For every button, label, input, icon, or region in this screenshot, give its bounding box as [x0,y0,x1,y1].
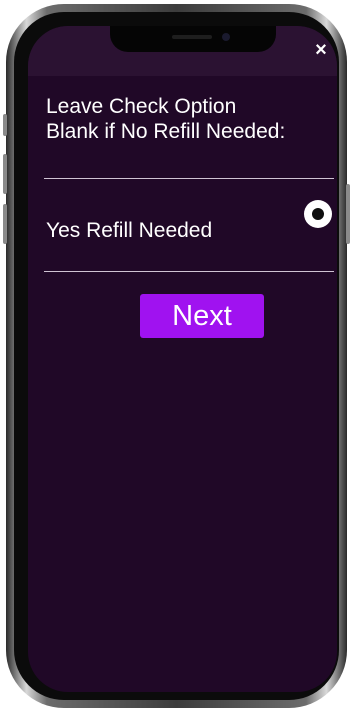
phone-frame: × Leave Check Option Blank if No Refill … [3,4,350,708]
top-divider [44,178,334,179]
front-camera [222,33,230,41]
close-icon: × [315,39,327,61]
close-button[interactable]: × [311,40,331,60]
instruction-text: Leave Check Option Blank if No Refill Ne… [46,95,286,143]
volume-up-button [3,154,7,194]
mute-switch [3,114,7,136]
phone-notch [110,26,276,52]
next-button[interactable]: Next [140,294,264,338]
app-screen: × Leave Check Option Blank if No Refill … [28,26,337,692]
bottom-divider [44,271,334,272]
volume-down-button [3,204,7,244]
refill-radio-button[interactable] [304,200,332,228]
power-button [346,184,350,244]
speaker-grille [172,35,212,39]
radio-selected-icon [312,208,324,220]
refill-option-label: Yes Refill Needed [46,219,213,242]
